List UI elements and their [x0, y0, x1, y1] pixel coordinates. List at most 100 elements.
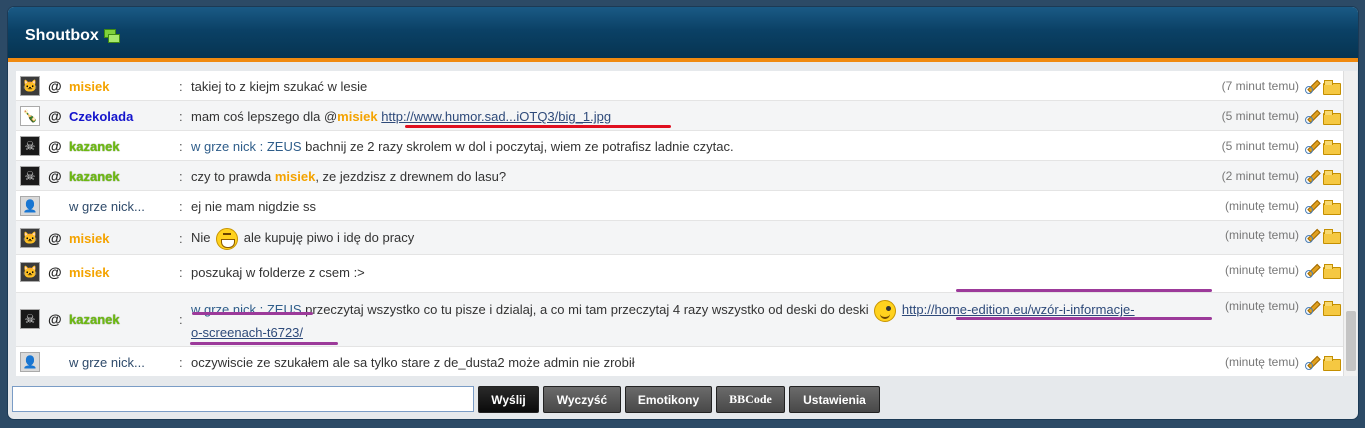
purple-underline-annotation — [956, 289, 1212, 292]
reply-at-button[interactable]: @ — [48, 230, 62, 246]
cat-avatar[interactable]: 🐱 — [20, 228, 40, 248]
message-time: (minutę temu) — [1224, 199, 1299, 213]
message-time: (minutę temu) — [1224, 228, 1299, 242]
folder-icon[interactable] — [1323, 200, 1341, 215]
message-list[interactable]: 🐱 @ misiek : takiej to z kiejm szukać w … — [16, 71, 1343, 376]
reply-at-button[interactable]: @ — [48, 78, 62, 94]
reply-at-button[interactable]: @ — [48, 108, 62, 124]
cat-avatar[interactable]: 🐱 — [20, 262, 40, 282]
message-actions — [1304, 138, 1341, 155]
message-time: (2 minut temu) — [1221, 169, 1299, 183]
bbcode-button[interactable]: BBCode — [716, 386, 785, 413]
message-row: ☠ @ kazanek : czy to prawda misiek, ze j… — [16, 161, 1343, 191]
purple-underline-annotation — [956, 317, 1212, 320]
message-link[interactable]: http://www.humor.sad...iOTQ3/big_1.jpg — [381, 109, 611, 124]
message-text: oczywiscie ze szukałem ale sa tylko star… — [191, 355, 635, 370]
message-text: w grze nick : ZEUS bachnij ze 2 razy skr… — [191, 139, 734, 154]
message-row: 🍾 @ Czekolada : mam coś lepszego dla @mi… — [16, 101, 1343, 131]
edit-icon[interactable] — [1304, 354, 1319, 370]
edit-icon[interactable] — [1304, 78, 1319, 94]
game-nick-prefix: w grze nick : ZEUS — [191, 139, 302, 154]
emoticons-button[interactable]: Emotikony — [625, 386, 712, 413]
reply-at-button[interactable]: @ — [48, 168, 62, 184]
nick-link[interactable]: misiek — [69, 265, 109, 280]
clear-button[interactable]: Wyczyść — [543, 386, 621, 413]
message-time: (minutę temu) — [1224, 299, 1299, 313]
nick-link[interactable]: w grze nick... — [69, 355, 145, 370]
nick-link[interactable]: w grze nick... — [69, 199, 145, 214]
message-time: (minutę temu) — [1224, 263, 1299, 277]
folder-icon[interactable] — [1323, 229, 1341, 244]
folder-icon[interactable] — [1323, 356, 1341, 371]
grin-emoji-icon — [216, 227, 239, 250]
send-button[interactable]: Wyślij — [478, 386, 539, 413]
edit-icon[interactable] — [1304, 262, 1319, 278]
folder-icon[interactable] — [1323, 140, 1341, 155]
edit-icon[interactable] — [1304, 198, 1319, 214]
skull-avatar[interactable]: ☠ — [20, 136, 40, 156]
edit-icon[interactable] — [1304, 227, 1319, 243]
message-time: (minutę temu) — [1224, 355, 1299, 369]
message-text-part: przeczytaj wszystko co tu pisze i dziala… — [301, 302, 873, 317]
shoutbox-title-text: Shoutbox — [25, 27, 99, 44]
message-actions — [1304, 198, 1341, 215]
message-text-part: bachnij ze 2 razy skrolem w dol i poczyt… — [301, 139, 734, 154]
nick-link[interactable]: Czekolada — [69, 109, 133, 124]
cat-avatar[interactable]: 🐱 — [20, 76, 40, 96]
message-actions — [1304, 108, 1341, 125]
scrollbar-thumb[interactable] — [1346, 311, 1356, 371]
message-actions — [1304, 78, 1341, 95]
shoutbox-title: Shoutbox — [25, 27, 120, 45]
separator: : — [179, 79, 183, 94]
message-link-continued[interactable]: o-screenach-t6723/ — [191, 325, 303, 340]
bottle-avatar[interactable]: 🍾 — [20, 106, 40, 126]
separator: : — [179, 109, 183, 124]
message-row: ☠ @ kazanek : w grze nick : ZEUS przeczy… — [16, 293, 1343, 347]
nick-link[interactable]: misiek — [69, 79, 109, 94]
folder-icon[interactable] — [1323, 80, 1341, 95]
default-avatar[interactable]: 👤 — [20, 196, 40, 216]
message-text: Nie ale kupuję piwo i idę do pracy — [191, 227, 414, 250]
nick-link[interactable]: kazanek — [69, 169, 120, 184]
message-row: ☠ @ kazanek : w grze nick : ZEUS bachnij… — [16, 131, 1343, 161]
message-actions — [1304, 299, 1341, 316]
nick-link[interactable]: misiek — [69, 231, 109, 246]
message-text: poszukaj w folderze z csem :> — [191, 265, 365, 280]
message-text-part: czy to prawda — [191, 169, 275, 184]
message-text: takiej to z kiejm szukać w lesie — [191, 79, 368, 94]
message-time: (7 minut temu) — [1221, 79, 1299, 93]
skull-avatar[interactable]: ☠ — [20, 309, 40, 329]
message-scrollbar[interactable] — [1343, 71, 1357, 376]
folder-icon[interactable] — [1323, 264, 1341, 279]
red-underline-annotation — [405, 125, 671, 128]
edit-icon[interactable] — [1304, 138, 1319, 154]
nick-link[interactable]: kazanek — [69, 312, 120, 327]
edit-icon[interactable] — [1304, 168, 1319, 184]
edit-icon[interactable] — [1304, 299, 1319, 315]
message-text-part: mam coś lepszego dla @ — [191, 109, 338, 124]
nick-link[interactable]: kazanek — [69, 139, 120, 154]
skull-avatar[interactable]: ☠ — [20, 166, 40, 186]
message-text: mam coś lepszego dla @misiek http://www.… — [191, 109, 611, 124]
settings-button[interactable]: Ustawienia — [789, 386, 880, 413]
message-row: 👤 w grze nick... : oczywiscie ze szukałe… — [16, 347, 1343, 376]
reply-at-button[interactable]: @ — [48, 138, 62, 154]
mention-link[interactable]: misiek — [337, 109, 377, 124]
message-actions — [1304, 168, 1341, 185]
folder-icon[interactable] — [1323, 110, 1341, 125]
message-time: (5 minut temu) — [1221, 109, 1299, 123]
folder-icon[interactable] — [1323, 170, 1341, 185]
shout-input[interactable] — [12, 386, 474, 412]
separator: : — [179, 199, 183, 214]
mention-link[interactable]: misiek — [275, 169, 315, 184]
message-link[interactable]: http://home-edition.eu/wzór-i-informacje… — [902, 302, 1135, 317]
separator: : — [179, 169, 183, 184]
shoutbox-panel: Shoutbox 🐱 @ misiek : takiej to z kiejm … — [7, 6, 1359, 420]
reply-at-button[interactable]: @ — [48, 311, 62, 327]
default-avatar[interactable]: 👤 — [20, 352, 40, 372]
message-text: ej nie mam nigdzie ss — [191, 199, 316, 214]
reply-at-button[interactable]: @ — [48, 264, 62, 280]
edit-icon[interactable] — [1304, 108, 1319, 124]
separator: : — [179, 355, 183, 370]
folder-icon[interactable] — [1323, 301, 1341, 316]
